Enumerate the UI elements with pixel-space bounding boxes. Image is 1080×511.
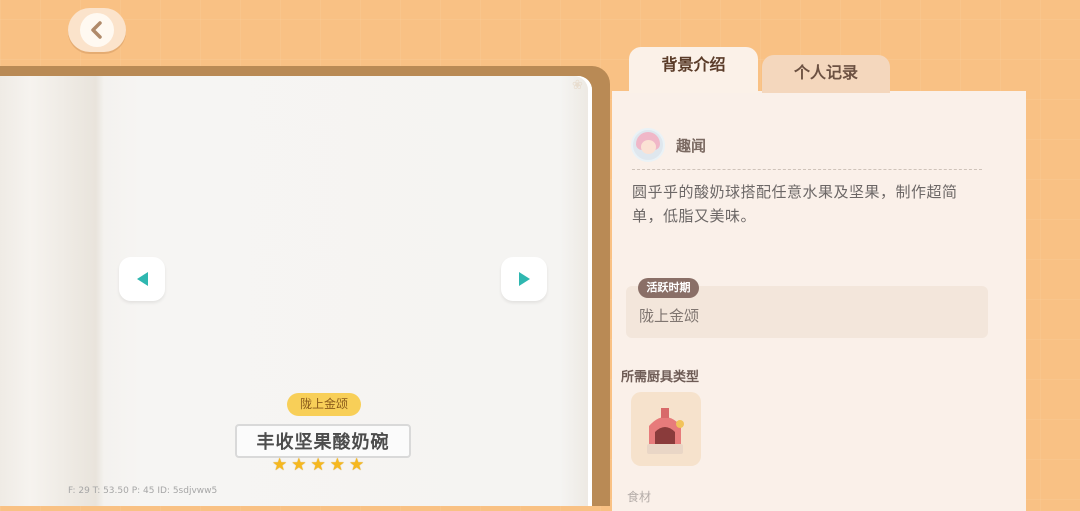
star-icon: ★ [349,455,365,475]
period-tag: 活跃时期 [638,278,699,298]
era-badge: 陇上金颂 [287,393,361,416]
divider [632,169,982,170]
ingredients-label-partial: 食材 [627,490,652,504]
tool-type-label: 所需厨具类型 [621,370,700,385]
description-text: 圆乎乎的酸奶球搭配任意水果及坚果，制作超简单，低脂又美味。 [632,183,958,225]
debug-overlay: F: 29 T: 53.50 P: 45 ID: 5sdjvww5 [68,486,218,496]
oven-icon [647,408,684,454]
period-value: 陇上金颂 [639,307,700,325]
tab-background[interactable]: 背景介绍 [629,47,758,93]
section-title: 趣闻 [676,137,707,155]
left-triangle-icon [136,272,148,286]
next-page-button[interactable] [501,257,547,301]
avatar [631,128,665,162]
star-rating: ★ ★ ★ ★ ★ [272,456,364,474]
dish-name: 丰收坚果酸奶碗 [235,424,411,458]
back-arrow-icon [80,13,114,47]
star-icon: ★ [329,455,345,475]
star-icon: ★ [310,455,326,475]
page-corner-ornament: ❀ [572,78,583,93]
tab-personal-record[interactable]: 个人记录 [762,55,890,93]
prev-page-button[interactable] [119,257,165,301]
right-triangle-icon [518,272,530,286]
star-icon: ★ [291,455,307,475]
back-button[interactable] [68,8,126,52]
star-icon: ★ [272,455,288,475]
